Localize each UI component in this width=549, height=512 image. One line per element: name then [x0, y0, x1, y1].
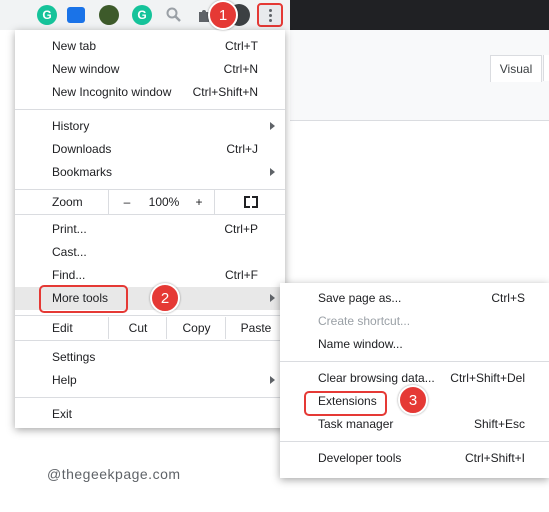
paste-button[interactable]: Paste: [225, 317, 286, 339]
shortcut-label: Ctrl+Shift+I: [464, 451, 525, 465]
watermark: @thegeekpage.com: [47, 466, 181, 482]
browser-toolbar: G G: [0, 0, 549, 30]
shortcut-label: Ctrl+N: [223, 62, 258, 76]
menu-divider: [15, 397, 285, 398]
submenu-arrow-icon: [270, 376, 275, 384]
menu-divider: [15, 340, 285, 341]
menu-item-label: Bookmarks: [52, 165, 113, 179]
zoom-plus-label: +: [195, 195, 203, 209]
menu-divider: [280, 361, 549, 362]
tab-visual[interactable]: Visual: [490, 55, 542, 82]
more-tools-highlight: [39, 285, 128, 313]
menu-divider: [15, 214, 285, 215]
reader-icon[interactable]: [67, 7, 85, 23]
menu-item-settings[interactable]: Settings: [15, 346, 285, 369]
extensions-highlight: [304, 391, 387, 416]
menu-divider: [280, 441, 549, 442]
paste-label: Paste: [240, 321, 272, 335]
google-icon[interactable]: G: [132, 5, 152, 25]
menu-divider: [15, 109, 285, 110]
fullscreen-button[interactable]: [214, 190, 286, 214]
menu-item-downloads[interactable]: Downloads Ctrl+J: [15, 138, 285, 161]
shortcut-label: Ctrl+F: [225, 268, 258, 282]
menu-item-label: Settings: [52, 350, 96, 364]
menu-item-label: Exit: [52, 407, 73, 421]
zoom-in-button[interactable]: +: [184, 190, 214, 214]
menu-item-label: Create shortcut...: [318, 314, 411, 328]
zoom-row: Zoom – 100% +: [15, 190, 285, 214]
menu-item-label: Task manager: [318, 417, 394, 431]
menu-item-exit[interactable]: Exit: [15, 403, 285, 426]
shortcut-label: Ctrl+Shift+Del: [450, 371, 525, 385]
edit-row: Edit Cut Copy Paste: [15, 317, 285, 339]
leaf-icon[interactable]: [99, 5, 119, 25]
submenu-item-name-window[interactable]: Name window...: [280, 333, 549, 356]
menu-item-label: Clear browsing data...: [318, 371, 435, 385]
submenu-item-save-page[interactable]: Save page as... Ctrl+S: [280, 287, 549, 310]
menu-item-label: Help: [52, 373, 77, 387]
step-3-badge: 3: [398, 385, 428, 415]
submenu-arrow-icon: [270, 294, 275, 302]
shortcut-label: Ctrl+J: [226, 142, 258, 156]
shortcut-label: Shift+Esc: [473, 417, 525, 431]
fullscreen-icon: [243, 196, 258, 208]
cut-button[interactable]: Cut: [108, 317, 167, 339]
zoom-level: 100%: [144, 190, 184, 214]
menu-item-print[interactable]: Print... Ctrl+P: [15, 218, 285, 241]
menu-item-label: Save page as...: [318, 291, 402, 305]
submenu-item-developer-tools[interactable]: Developer tools Ctrl+Shift+I: [280, 447, 549, 470]
zoom-label: Zoom: [52, 195, 83, 209]
menu-item-label: New Incognito window: [52, 85, 172, 99]
zoom-value: 100%: [148, 195, 180, 209]
copy-label: Copy: [182, 321, 211, 335]
chrome-main-menu: New tab Ctrl+T New window Ctrl+N New Inc…: [15, 30, 285, 428]
menu-item-cast[interactable]: Cast...: [15, 241, 285, 264]
submenu-item-create-shortcut[interactable]: Create shortcut...: [280, 310, 549, 333]
menu-item-label: New window: [52, 62, 120, 76]
zoom-out-button[interactable]: –: [108, 190, 145, 214]
step-2-badge: 2: [150, 283, 180, 313]
shortcut-label: Ctrl+S: [491, 291, 525, 305]
page-edge: [543, 55, 549, 81]
menu-item-history[interactable]: History: [15, 115, 285, 138]
menu-item-find[interactable]: Find... Ctrl+F: [15, 264, 285, 287]
copy-button[interactable]: Copy: [166, 317, 226, 339]
menu-item-new-incognito[interactable]: New Incognito window Ctrl+Shift+N: [15, 81, 285, 104]
menu-item-label: Find...: [52, 268, 86, 282]
shortcut-label: Ctrl+T: [225, 39, 258, 53]
submenu-arrow-icon: [270, 122, 275, 130]
menu-item-help[interactable]: Help: [15, 369, 285, 392]
search-icon[interactable]: [165, 6, 185, 26]
kebab-menu-icon[interactable]: [257, 3, 283, 27]
menu-item-label: History: [52, 119, 90, 133]
more-tools-submenu: Save page as... Ctrl+S Create shortcut..…: [280, 283, 549, 478]
menu-item-new-window[interactable]: New window Ctrl+N: [15, 58, 285, 81]
zoom-minus-label: –: [123, 195, 131, 209]
step-1-badge: 1: [208, 0, 238, 30]
submenu-item-task-manager[interactable]: Task manager Shift+Esc: [280, 413, 549, 436]
menu-item-label: Developer tools: [318, 451, 402, 465]
menu-item-label: Downloads: [52, 142, 112, 156]
menu-item-new-tab[interactable]: New tab Ctrl+T: [15, 35, 285, 58]
shortcut-label: Ctrl+Shift+N: [192, 85, 258, 99]
submenu-arrow-icon: [270, 168, 275, 176]
edit-label: Edit: [52, 321, 73, 335]
cut-label: Cut: [128, 321, 148, 335]
menu-item-label: Print...: [52, 222, 87, 236]
menu-item-label: Cast...: [52, 245, 87, 259]
menu-item-label: Name window...: [318, 337, 403, 351]
grammarly-icon[interactable]: G: [37, 5, 57, 25]
shortcut-label: Ctrl+P: [224, 222, 258, 236]
menu-item-bookmarks[interactable]: Bookmarks: [15, 161, 285, 184]
menu-item-label: New tab: [52, 39, 97, 53]
menu-divider: [15, 315, 285, 316]
